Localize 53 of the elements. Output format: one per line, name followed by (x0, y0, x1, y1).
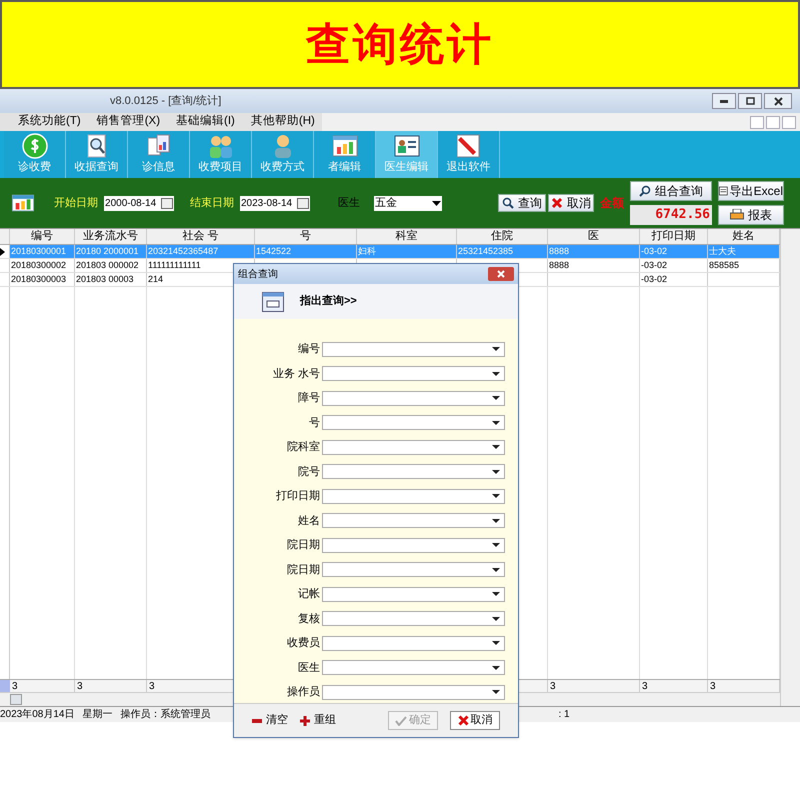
table-cell-text: 214 (148, 272, 164, 286)
table-cell-text: 20180300003 (11, 272, 66, 286)
footer-cell-text: 3 (12, 680, 18, 694)
banner-title: 查询统计 (306, 18, 494, 70)
table-cell-text: 妇科 (358, 244, 376, 258)
table-cell-text: 8888 (549, 244, 570, 258)
table-cell-text: -03-02 (641, 272, 668, 286)
field-label: 障号 (297, 390, 320, 406)
footer-cell-text: 3 (710, 680, 716, 694)
table-cell-text: -03-02 (641, 258, 668, 272)
table-cell-text: 25321452385 (458, 244, 514, 258)
status-text: : 1 (558, 708, 570, 722)
table-cell-text: 1542522 (256, 244, 292, 258)
field-label: 院科室 (286, 440, 320, 455)
window-title: v8.0.0125 - [查询/统计] (110, 94, 222, 109)
field-label: 院号 (297, 464, 320, 480)
table-cell-text: 20180300001 (11, 244, 66, 258)
amount-label: 金额 (600, 195, 624, 212)
dialog-heading: 指出查询>> (300, 294, 357, 310)
field-label: 院日期 (286, 562, 320, 578)
table-cell-text: 111111111111 (148, 258, 201, 272)
table-cell-text: 士大夫 (709, 244, 736, 258)
field-label: 院日期 (286, 538, 320, 553)
field-label: 医生 (297, 660, 320, 676)
table-cell-text: 858585 (709, 258, 740, 272)
status-operator: 操作员：系统管理员 (120, 708, 210, 722)
footer-cell-text: 3 (77, 680, 83, 694)
status-date: 2023年08月14日 (0, 708, 74, 722)
field-label: 编号 (297, 342, 320, 357)
end-date-label: 结束日期 (190, 196, 234, 211)
table-cell-text: 201803 00003 (76, 272, 134, 286)
dialog-title: 组合查询 (238, 268, 279, 282)
doctor-label: 医生 (338, 196, 360, 211)
field-label: 操作员 (286, 685, 320, 700)
table-cell-text: 20180 2000001 (76, 244, 139, 258)
footer-cell-text: 3 (149, 680, 155, 694)
table-cell-text: 20321452365487 (148, 244, 218, 258)
table-cell-text: 20180300002 (11, 258, 66, 272)
field-label: 记帐 (297, 587, 320, 602)
amount-display: 6742.56 (630, 205, 712, 225)
field-label: 业务 水号 (272, 366, 320, 382)
field-label: 号 (308, 416, 320, 430)
table-cell-text: 201803 000002 (76, 258, 139, 272)
field-label: 姓名 (297, 514, 320, 528)
field-label: 打印日期 (275, 489, 320, 504)
table-cell-text: 8888 (549, 258, 570, 272)
field-label: 复核 (297, 612, 320, 626)
table-cell-text: -03-02 (641, 244, 668, 258)
status-weekday: 星期一 (82, 708, 112, 722)
footer-cell-text: 3 (642, 680, 648, 694)
field-label: 收费员 (286, 636, 320, 651)
footer-cell-text: 3 (550, 680, 556, 694)
start-date-label: 开始日期 (54, 196, 98, 211)
